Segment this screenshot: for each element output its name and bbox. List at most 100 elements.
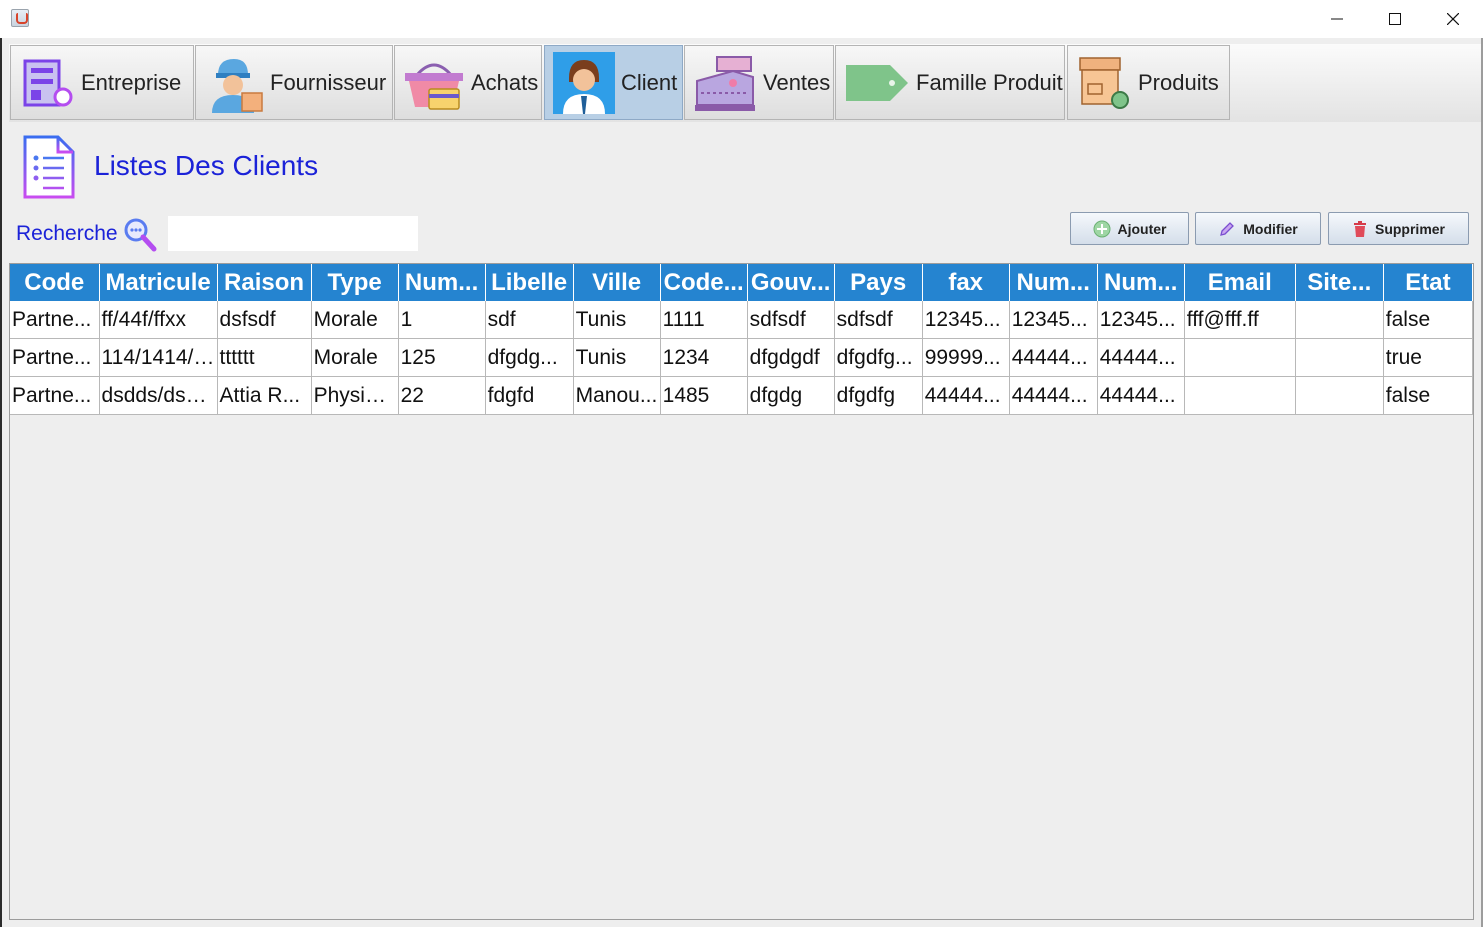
table-row[interactable]: Partne... dsdds/dsd... Attia R... Physique 2… xyxy=(10,376,1473,415)
column-header[interactable]: Num... xyxy=(1009,264,1098,301)
search-input[interactable] xyxy=(168,216,418,251)
toolbar-label: Client xyxy=(621,69,678,95)
table-cell[interactable]: 22 xyxy=(398,376,486,415)
maximize-button[interactable] xyxy=(1366,0,1424,38)
table-cell[interactable]: false xyxy=(1383,376,1473,415)
table-cell[interactable]: 99999... xyxy=(922,338,1010,377)
column-header[interactable]: Pays xyxy=(834,264,923,301)
table-cell[interactable] xyxy=(1184,338,1296,377)
table-cell[interactable]: 1234 xyxy=(660,338,748,377)
delete-button[interactable]: Supprimer xyxy=(1328,212,1469,245)
column-header[interactable]: Raison xyxy=(217,264,312,301)
minimize-button[interactable] xyxy=(1308,0,1366,38)
toolbar-famille-produit-button[interactable]: Famille Produit xyxy=(835,45,1065,120)
column-header[interactable]: Site... xyxy=(1295,264,1384,301)
table-cell[interactable]: Morale xyxy=(311,301,399,339)
delivery-man-icon xyxy=(212,58,263,113)
column-header[interactable]: Etat xyxy=(1383,264,1473,301)
table-cell[interactable]: fff@fff.ff xyxy=(1184,301,1296,339)
table-cell[interactable] xyxy=(1295,338,1384,377)
table-cell[interactable]: ff/44f/ffxx xyxy=(99,301,218,339)
search-icon xyxy=(124,218,157,252)
table-cell[interactable]: 44444... xyxy=(1097,376,1185,415)
table-cell[interactable]: dfgdg xyxy=(747,376,835,415)
toolbar-produits-button[interactable]: Produits xyxy=(1067,45,1230,120)
add-button-label: Ajouter xyxy=(1117,220,1167,237)
table-cell[interactable]: 125 xyxy=(398,338,486,377)
clients-table: Code Matricule Raison Type Num... Libelle Vill… xyxy=(10,264,1473,415)
toolbar-label: Produits xyxy=(1138,69,1219,95)
column-header[interactable]: Matricule xyxy=(99,264,218,301)
delete-button-label: Supprimer xyxy=(1374,220,1445,237)
column-header[interactable]: Ville xyxy=(573,264,661,301)
trash-icon xyxy=(1352,220,1368,238)
column-header[interactable]: Code... xyxy=(660,264,748,301)
column-header[interactable]: Libelle xyxy=(485,264,574,301)
table-cell[interactable]: sdfsdf xyxy=(747,301,835,339)
column-header[interactable]: fax xyxy=(922,264,1010,301)
toolbar-client-button[interactable]: Client xyxy=(544,45,683,120)
table-cell[interactable]: dfgdfg... xyxy=(834,338,923,377)
toolbar-ventes-button[interactable]: Ventes xyxy=(684,45,834,120)
table-cell[interactable]: dsfsdf xyxy=(217,301,312,339)
column-header[interactable]: Type xyxy=(311,264,399,301)
table-row[interactable]: Partne... 114/1414/41 tttttt Morale 125 dfgdg… xyxy=(10,338,1473,377)
table-cell[interactable] xyxy=(1295,376,1384,415)
column-header[interactable]: Gouv... xyxy=(747,264,835,301)
toolbar-achats-button[interactable]: Achats xyxy=(394,45,542,120)
table-cell[interactable]: Attia R... xyxy=(217,376,312,415)
table-cell[interactable]: 1 xyxy=(398,301,486,339)
table-cell[interactable]: Partne... xyxy=(10,338,100,377)
column-header[interactable]: Num... xyxy=(1097,264,1185,301)
table-cell[interactable]: 12345... xyxy=(1009,301,1098,339)
table-cell[interactable]: dfgdgdf xyxy=(747,338,835,377)
table-cell[interactable] xyxy=(1184,376,1296,415)
cash-register-icon xyxy=(695,55,755,111)
table-cell[interactable]: fdgfd xyxy=(485,376,574,415)
table-cell[interactable]: Physique xyxy=(311,376,399,415)
table-cell[interactable]: true xyxy=(1383,338,1473,377)
table-cell[interactable]: 1485 xyxy=(660,376,748,415)
main-toolbar: Entreprise Fournisseur Achats Client Ven… xyxy=(9,44,1481,122)
add-button[interactable]: Ajouter xyxy=(1070,212,1189,245)
close-button[interactable] xyxy=(1424,0,1482,38)
clients-table-container[interactable]: Code Matricule Raison Type Num... Libelle Vill… xyxy=(9,263,1474,920)
table-cell[interactable]: 12345... xyxy=(922,301,1010,339)
table-cell[interactable]: sdfsdf xyxy=(834,301,923,339)
table-cell[interactable]: tttttt xyxy=(217,338,312,377)
column-header[interactable]: Code xyxy=(10,264,100,301)
table-cell[interactable]: Tunis xyxy=(573,338,661,377)
toolbar-label: Fournisseur xyxy=(270,69,387,95)
table-cell[interactable]: sdf xyxy=(485,301,574,339)
table-cell[interactable]: Tunis xyxy=(573,301,661,339)
column-header[interactable]: Num... xyxy=(398,264,486,301)
close-icon xyxy=(1447,13,1459,25)
document-list-icon xyxy=(23,135,75,199)
table-cell[interactable]: Partne... xyxy=(10,376,100,415)
table-cell[interactable]: 1111 xyxy=(660,301,748,339)
building-icon xyxy=(23,59,73,106)
table-row[interactable]: Partne... ff/44f/ffxx dsfsdf Morale 1 sdf Tuni… xyxy=(10,301,1473,339)
toolbar-label: Ventes xyxy=(763,69,831,95)
table-cell[interactable]: Manou... xyxy=(573,376,661,415)
table-cell[interactable]: 44444... xyxy=(922,376,1010,415)
table-cell[interactable]: false xyxy=(1383,301,1473,339)
table-cell[interactable]: 44444... xyxy=(1009,338,1098,377)
table-cell[interactable]: dsdds/dsd... xyxy=(99,376,218,415)
column-header[interactable]: Email xyxy=(1184,264,1296,301)
table-cell[interactable]: Morale xyxy=(311,338,399,377)
table-cell[interactable]: dfgdfg xyxy=(834,376,923,415)
search-label: Recherche xyxy=(16,222,118,245)
maximize-icon xyxy=(1389,13,1401,25)
table-cell[interactable]: Partne... xyxy=(10,301,100,339)
table-cell[interactable]: dfgdg... xyxy=(485,338,574,377)
java-app-icon xyxy=(11,9,29,27)
toolbar-fournisseur-button[interactable]: Fournisseur xyxy=(195,45,393,120)
toolbar-entreprise-button[interactable]: Entreprise xyxy=(10,45,194,120)
table-cell[interactable]: 114/1414/41 xyxy=(99,338,218,377)
table-cell[interactable]: 44444... xyxy=(1009,376,1098,415)
table-cell[interactable] xyxy=(1295,301,1384,339)
edit-button[interactable]: Modifier xyxy=(1195,212,1321,245)
table-cell[interactable]: 44444... xyxy=(1097,338,1185,377)
table-cell[interactable]: 12345... xyxy=(1097,301,1185,339)
